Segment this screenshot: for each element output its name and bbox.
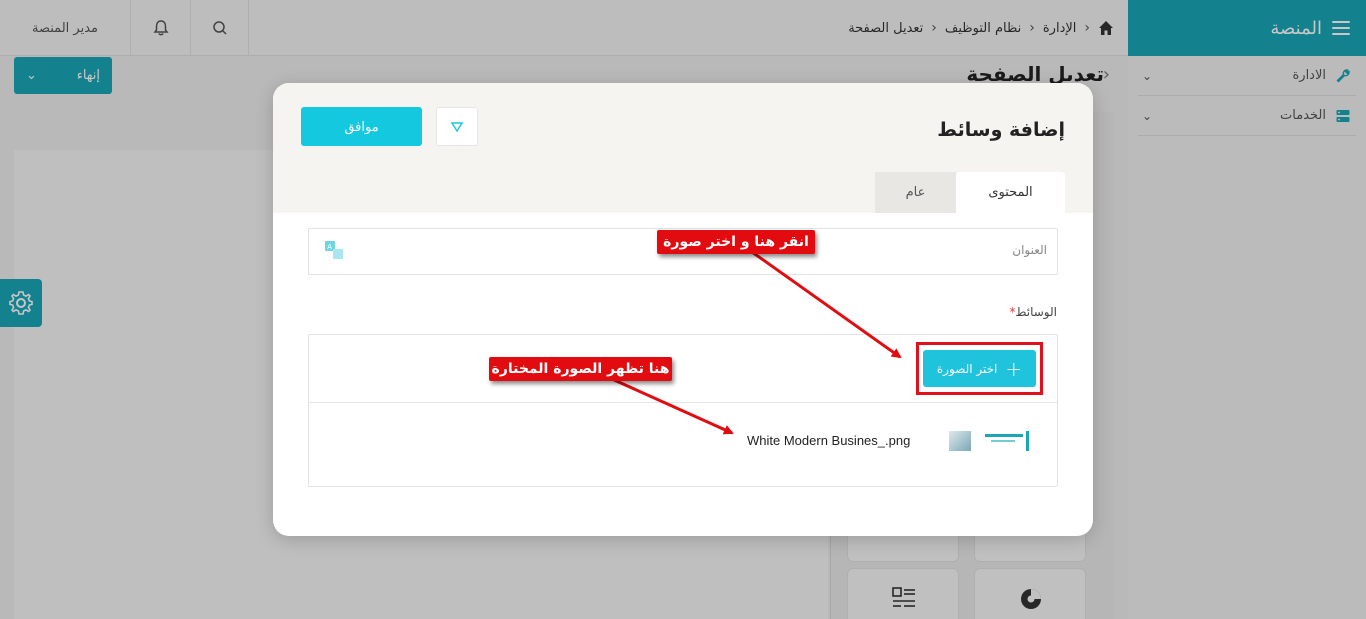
plus-icon: + (1005, 356, 1023, 381)
ok-button[interactable]: موافق (301, 107, 422, 146)
file-name: White Modern Busines_.png (747, 433, 911, 448)
callout-choose-image: انقر هنا و اختر صورة (657, 230, 815, 254)
media-label: الوسائط* (1009, 305, 1057, 319)
add-media-dialog: إضافة وسائط موافق المحتوى عام العنوان A … (273, 83, 1093, 536)
dialog-title: إضافة وسائط (937, 119, 1065, 141)
media-box: + اختر الصورة White Modern Busines_.png (308, 334, 1058, 487)
svg-text:A: A (327, 243, 332, 251)
choose-image-button[interactable]: + اختر الصورة (923, 350, 1036, 387)
dialog-header: إضافة وسائط موافق المحتوى عام (273, 83, 1093, 213)
title-field-placeholder: العنوان (1012, 243, 1047, 257)
divider (309, 402, 1057, 403)
translate-icon[interactable]: A (324, 240, 344, 260)
choose-image-label: اختر الصورة (936, 361, 998, 376)
image-thumbnail[interactable] (949, 431, 1029, 451)
tab-general[interactable]: عام (875, 172, 956, 213)
triangle-down-icon (451, 121, 463, 132)
dropdown-button[interactable] (436, 107, 478, 146)
callout-selected-image: هنا تظهر الصورة المختارة (489, 357, 672, 381)
tab-content[interactable]: المحتوى (956, 172, 1065, 213)
highlight-frame: + اختر الصورة (916, 342, 1043, 395)
